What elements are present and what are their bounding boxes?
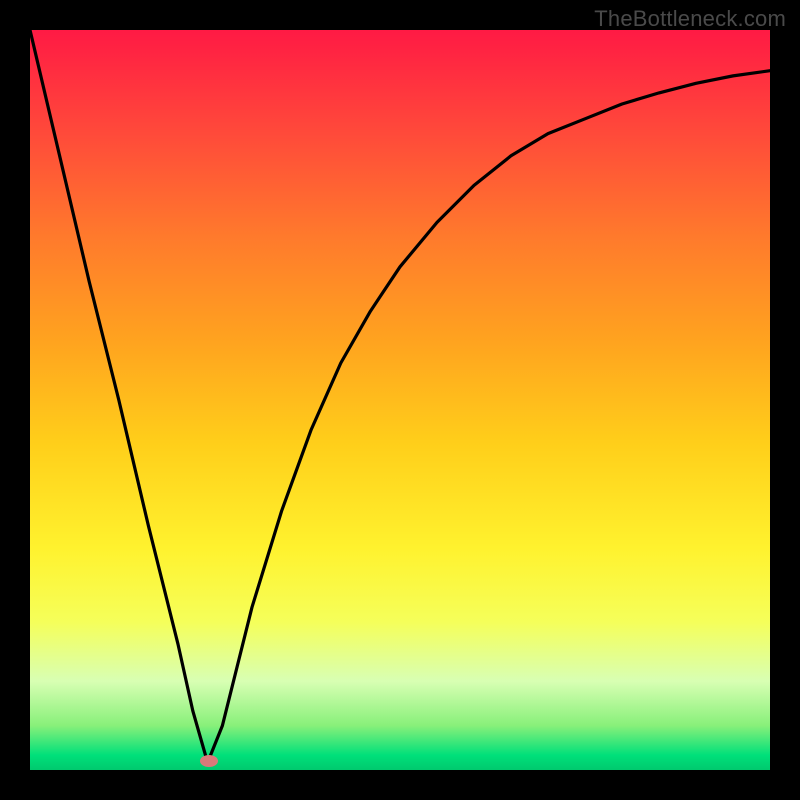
watermark-text: TheBottleneck.com [594,6,786,32]
plot-area [30,30,770,770]
chart-frame: TheBottleneck.com [0,0,800,800]
bottleneck-curve [30,30,770,763]
curve-svg [30,30,770,770]
optimal-point-marker [200,755,218,767]
